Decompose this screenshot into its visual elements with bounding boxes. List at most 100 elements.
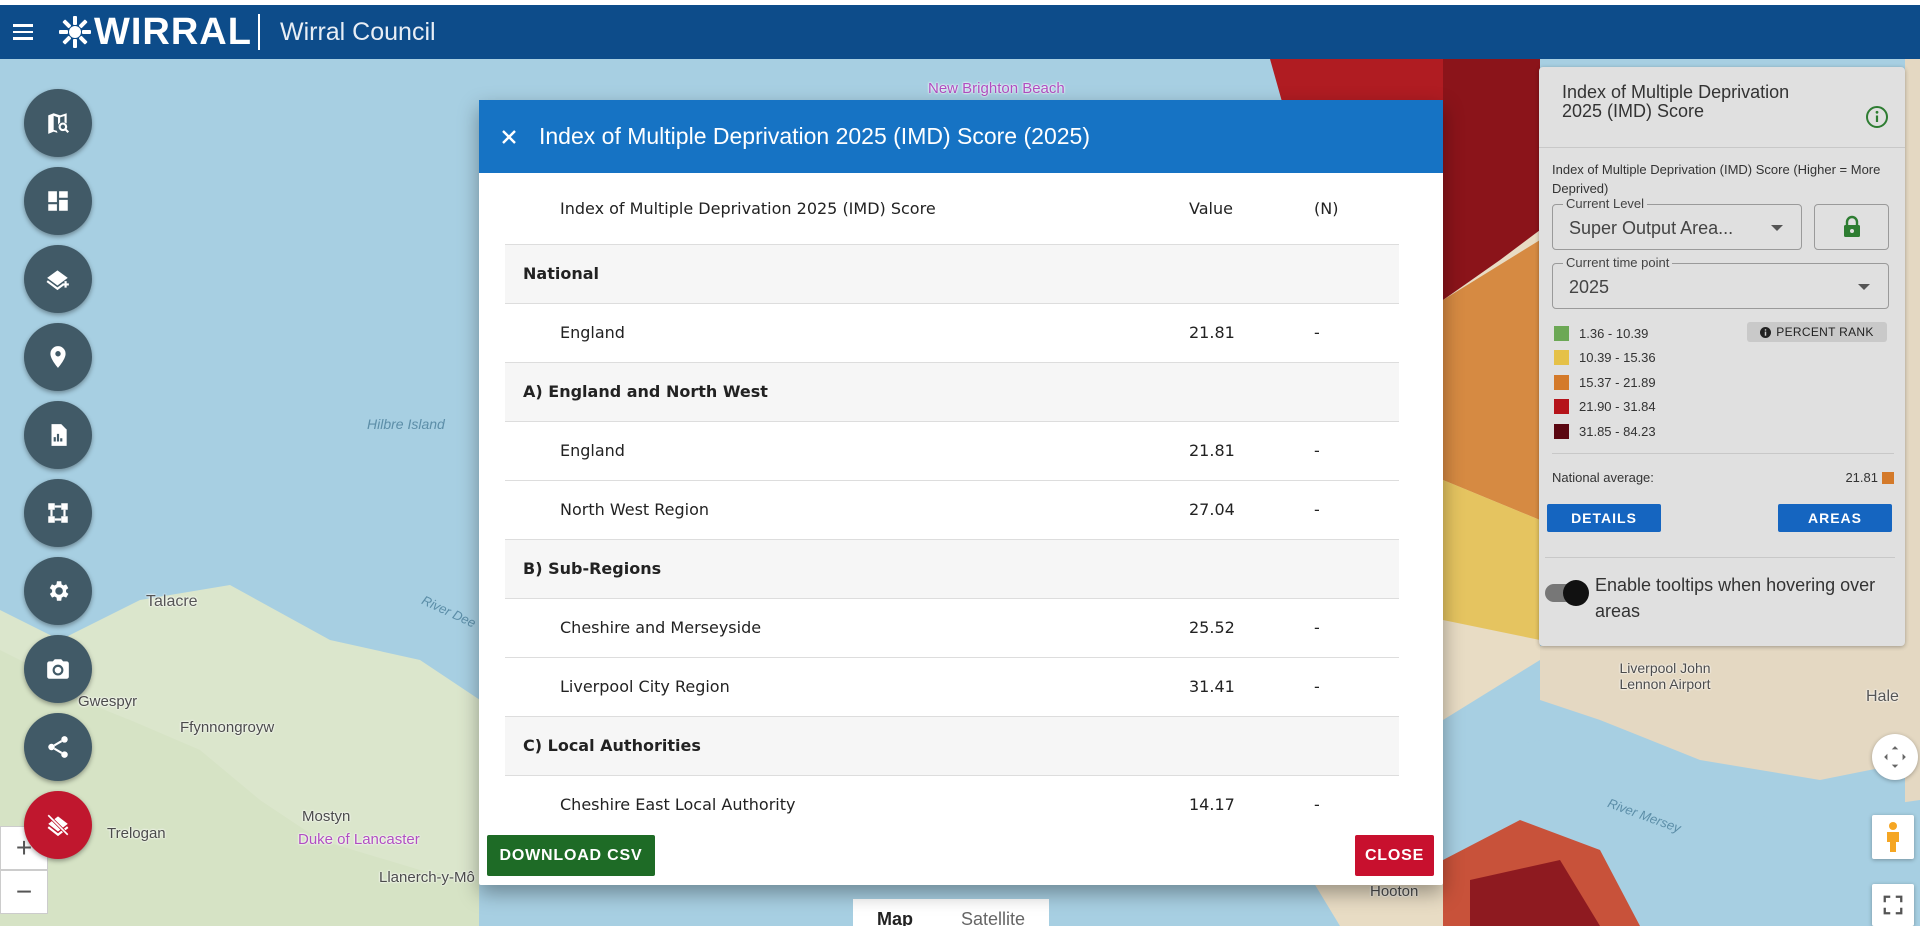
column-header-area[interactable]: Index of Multiple Deprivation 2025 (IMD)… <box>505 173 1189 245</box>
pan-control[interactable] <box>1872 734 1918 780</box>
settings-button[interactable] <box>24 557 92 625</box>
section-label: National <box>505 244 1399 304</box>
areas-button[interactable]: AREAS <box>1778 504 1892 532</box>
legend-swatch <box>1554 399 1569 415</box>
tooltip-toggle-row: Enable tooltips when hovering over areas <box>1545 557 1895 624</box>
table-section-row: A) England and North West <box>505 362 1399 422</box>
section-label: B) Sub-Regions <box>505 539 1399 599</box>
tooltip-toggle[interactable] <box>1545 580 1589 606</box>
time-point-value: 2025 <box>1569 277 1610 297</box>
legend-swatch <box>1554 374 1569 390</box>
layers-off-icon <box>47 814 69 837</box>
current-level-value: Super Output Area... <box>1569 218 1734 238</box>
national-average-value: 21.81 <box>1845 470 1878 485</box>
map-type-map[interactable]: Map <box>853 899 937 926</box>
legend-band-range: 31.85 - 84.23 <box>1579 423 1656 439</box>
row-n: - <box>1314 421 1399 481</box>
map-label-new-brighton-beach: New Brighton Beach <box>928 80 1065 97</box>
legend-band-range: 1.36 - 10.39 <box>1579 325 1649 341</box>
brand: WIRRAL Wirral Council <box>46 5 436 59</box>
table-row[interactable]: England 21.81 - <box>505 421 1399 481</box>
row-value: 21.81 <box>1189 303 1314 363</box>
column-header-n[interactable]: (N) <box>1314 173 1399 245</box>
map-label-duke-of-lancaster: Duke of Lancaster <box>298 831 420 848</box>
map-label-hale: Hale <box>1866 688 1899 705</box>
row-area: North West Region <box>505 480 1189 540</box>
report-button[interactable] <box>24 401 92 469</box>
close-button[interactable]: CLOSE <box>1355 835 1434 876</box>
column-header-value[interactable]: Value <box>1189 173 1314 245</box>
menu-icon[interactable] <box>0 9 46 55</box>
brand-name: WIRRAL <box>94 10 252 53</box>
close-icon <box>502 129 516 144</box>
legend-band-range: 21.90 - 31.84 <box>1579 399 1656 415</box>
toggle-knob <box>1563 580 1589 606</box>
info-icon[interactable] <box>1865 105 1889 129</box>
legend-title: Index of Multiple Deprivation 2025 (IMD)… <box>1562 82 1790 121</box>
pegman-icon <box>1887 822 1899 852</box>
download-csv-button[interactable]: DOWNLOAD CSV <box>487 835 655 876</box>
camera-button[interactable] <box>24 635 92 703</box>
share-button[interactable] <box>24 713 92 781</box>
lock-level-button[interactable] <box>1814 204 1889 250</box>
dialog-table-container[interactable]: Index of Multiple Deprivation 2025 (IMD)… <box>505 173 1425 822</box>
map-type-satellite[interactable]: Satellite <box>937 899 1050 926</box>
dialog-footer: DOWNLOAD CSV CLOSE <box>479 822 1443 885</box>
dashboard-icon <box>48 191 68 211</box>
wirral-logo-icon <box>59 16 91 48</box>
brand-divider <box>257 14 260 50</box>
dialog-close-button[interactable] <box>479 129 539 145</box>
section-label: C) Local Authorities <box>505 716 1399 776</box>
legend-swatch <box>1554 350 1569 366</box>
dialog-header: Index of Multiple Deprivation 2025 (IMD)… <box>479 100 1443 173</box>
table-row[interactable]: Liverpool City Region 31.41 - <box>505 657 1399 717</box>
add-layer-button[interactable] <box>24 245 92 313</box>
top-app-bar: WIRRAL Wirral Council <box>0 0 1920 59</box>
map-label-ffynnongroyw: Ffynnongroyw <box>180 719 275 736</box>
share-icon <box>48 736 68 758</box>
street-view-pegman[interactable] <box>1872 815 1914 859</box>
row-area: England <box>505 421 1189 481</box>
row-n: - <box>1314 775 1399 822</box>
legend-description: Index of Multiple Deprivation (IMD) Scor… <box>1552 162 1881 196</box>
legend-swatch <box>1554 423 1569 439</box>
percent-rank-label: PERCENT RANK <box>1776 325 1874 339</box>
table-row[interactable]: England 21.81 - <box>505 303 1399 363</box>
percent-rank-badge[interactable]: PERCENT RANK <box>1747 322 1887 342</box>
map-label-mostyn: Mostyn <box>302 808 351 825</box>
map-search-button[interactable] <box>24 89 92 157</box>
zoom-out-button[interactable]: − <box>0 870 48 914</box>
dashboard-button[interactable] <box>24 167 92 235</box>
fullscreen-button[interactable] <box>1872 884 1914 926</box>
table-row[interactable]: North West Region 27.04 - <box>505 480 1399 540</box>
national-average-value-wrap: 21.81 <box>1845 470 1894 485</box>
map-label-gwespyr: Gwespyr <box>78 693 138 710</box>
row-n: - <box>1314 480 1399 540</box>
legend-band-range: 15.37 - 21.89 <box>1579 374 1656 390</box>
hide-layers-button[interactable] <box>24 791 92 859</box>
table-section-row: C) Local Authorities <box>505 716 1399 776</box>
time-point-select[interactable]: Current time point 2025 <box>1552 255 1889 309</box>
row-n: - <box>1314 598 1399 658</box>
lock-icon <box>1843 215 1860 237</box>
national-average-label: National average: <box>1552 470 1654 485</box>
current-level-label: Current Level <box>1563 196 1648 211</box>
hierarchy-button[interactable] <box>24 479 92 547</box>
row-value: 21.81 <box>1189 421 1314 481</box>
table-row[interactable]: Cheshire East Local Authority 14.17 - <box>505 775 1399 822</box>
hierarchy-icon <box>48 503 68 523</box>
chevron-down-icon <box>1771 225 1783 231</box>
row-area: Cheshire and Merseyside <box>505 598 1189 658</box>
info-dot-icon <box>1760 326 1772 338</box>
current-level-select[interactable]: Current Level Super Output Area... <box>1552 196 1802 250</box>
location-button[interactable] <box>24 323 92 391</box>
report-chart-icon <box>51 424 67 446</box>
details-button[interactable]: DETAILS <box>1547 504 1661 532</box>
table-header-row: Index of Multiple Deprivation 2025 (IMD)… <box>505 173 1399 245</box>
legend-swatch <box>1554 325 1569 341</box>
map-type-selector[interactable]: Map Satellite <box>853 899 1050 926</box>
row-area: Liverpool City Region <box>505 657 1189 717</box>
map-search-icon <box>48 113 70 134</box>
table-row[interactable]: Cheshire and Merseyside 25.52 - <box>505 598 1399 658</box>
table-section-row: B) Sub-Regions <box>505 539 1399 599</box>
